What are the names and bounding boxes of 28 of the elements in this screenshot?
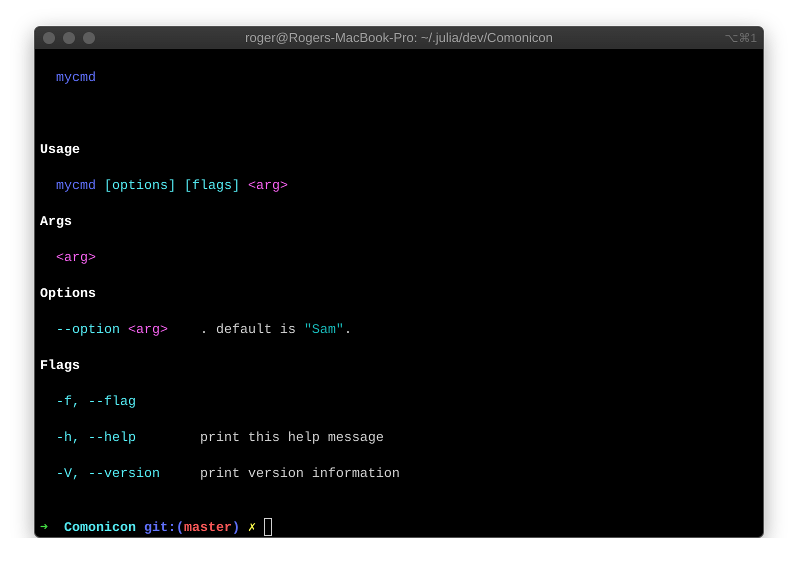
command-name: mycmd xyxy=(56,179,96,194)
option-description: print version information xyxy=(200,467,400,482)
option-description: . default is "Sam". xyxy=(200,323,352,338)
cursor-icon xyxy=(264,518,272,536)
option-text: --option xyxy=(56,323,120,338)
section-heading: Args xyxy=(40,215,72,230)
argument-name: <arg> xyxy=(128,323,168,338)
close-button[interactable] xyxy=(43,32,55,44)
option-text: -h, --help xyxy=(56,431,136,446)
command-name: mycmd xyxy=(56,71,96,86)
prompt-arrow: ➜ xyxy=(40,521,48,536)
option-text: [flags] xyxy=(184,179,240,194)
dirty-mark: ✗ xyxy=(248,521,256,536)
section-heading: Usage xyxy=(40,143,80,158)
argument-name: <arg> xyxy=(248,179,288,194)
directory-name: Comonicon xyxy=(64,521,136,536)
option-text: -f, --flag xyxy=(56,395,136,410)
window-title: roger@Rogers-MacBook-Pro: ~/.julia/dev/Comonicon xyxy=(245,29,553,47)
shortcut-label: ⌥⌘1 xyxy=(724,30,757,47)
zoom-button[interactable] xyxy=(83,32,95,44)
option-description: print this help message xyxy=(200,431,384,446)
section-heading: Flags xyxy=(40,359,80,374)
option-text: [options] xyxy=(104,179,176,194)
minimize-button[interactable] xyxy=(63,32,75,44)
git-branch: git:(master) xyxy=(144,521,240,536)
option-text: -V, --version xyxy=(56,467,160,482)
section-heading: Options xyxy=(40,287,96,302)
argument-name: <arg> xyxy=(56,251,96,266)
